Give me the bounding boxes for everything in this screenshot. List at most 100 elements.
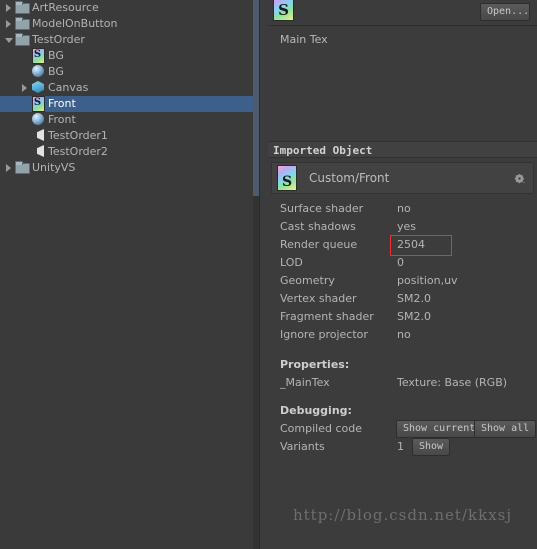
property-value: SM2.0 (397, 310, 431, 323)
material-header-row: Open... (268, 0, 537, 26)
tree-item-testorder2[interactable]: TestOrder2 (0, 144, 259, 160)
tree-twisty-open-icon[interactable] (4, 32, 15, 48)
folder-icon (15, 16, 30, 30)
material-icon (31, 64, 45, 78)
open-shader-button[interactable]: Open... (480, 3, 530, 21)
variants-row: Variants 1 Show (268, 438, 537, 456)
tree-twisty-closed-icon[interactable] (4, 0, 15, 16)
tree-item-label: TestOrder2 (48, 145, 108, 158)
compiled-code-row: Compiled code Show current Show all (268, 420, 537, 438)
tree-item-label: BG (48, 65, 64, 78)
debugging-heading: Debugging: (280, 404, 352, 417)
divider (268, 25, 537, 26)
shader-info-row: Ignore projector no (268, 326, 537, 344)
property-value: SM2.0 (397, 292, 431, 305)
properties-heading-row: Properties: (268, 356, 537, 374)
shader-properties-area: Surface shader no Cast shadows yes Render qu… (268, 200, 537, 456)
show-current-button[interactable]: Show current (396, 420, 483, 438)
tree-item-label: Canvas (48, 81, 89, 94)
material-icon (31, 112, 45, 126)
tree-item-unityvs[interactable]: UnityVS (0, 160, 259, 176)
property-value: 2504 (397, 238, 425, 251)
property-value: position,uv (397, 274, 458, 287)
tree-item-bg[interactable]: BG (0, 64, 259, 80)
tree-item-label: BG (48, 49, 64, 62)
folder-icon (15, 32, 30, 46)
main-tex-label: Main Tex (280, 33, 328, 46)
tree-item-modelonbutton[interactable]: ModelOnButton (0, 16, 259, 32)
tree-item-label: Front (48, 113, 76, 126)
folder-icon (15, 0, 30, 14)
show-all-button[interactable]: Show all (474, 420, 537, 438)
debugging-heading-row: Debugging: (268, 402, 537, 420)
tree-item-testorder1[interactable]: TestOrder1 (0, 128, 259, 144)
tree-item-front[interactable]: Front (0, 112, 259, 128)
shader-header-box: Custom/Front (271, 162, 534, 194)
property-name: Ignore projector (280, 328, 368, 341)
gear-icon[interactable] (513, 172, 526, 185)
hierarchy-scrollbar-track[interactable] (253, 0, 259, 549)
tree-item-label: ModelOnButton (32, 17, 118, 30)
tree-twisty-closed-icon[interactable] (20, 80, 31, 96)
property-name: Geometry (280, 274, 335, 287)
shader-info-row: Cast shadows yes (268, 218, 537, 236)
tree-item-label: ArtResource (32, 1, 99, 14)
project-hierarchy-panel[interactable]: ArtResource ModelOnButton TestOrder BG BG Can… (0, 0, 260, 549)
shader-info-row: LOD 0 (268, 254, 537, 272)
shader-property-row: _MainTex Texture: Base (RGB) (268, 374, 537, 392)
property-value: 0 (397, 256, 404, 269)
shader-icon (31, 96, 45, 112)
shader-info-row: Fragment shader SM2.0 (268, 308, 537, 326)
shader-property-value: Texture: Base (RGB) (397, 376, 508, 389)
shader-info-row: Surface shader no (268, 200, 537, 218)
folder-icon (15, 160, 30, 174)
tree-item-artresource[interactable]: ArtResource (0, 0, 259, 16)
unity-editor-window: ArtResource ModelOnButton TestOrder BG BG Can… (0, 0, 537, 549)
scene-icon (31, 144, 45, 158)
variants-label: Variants (280, 440, 325, 453)
variants-count: 1 (397, 440, 404, 453)
property-value: yes (397, 220, 417, 233)
shader-icon-large (277, 165, 297, 191)
show-variants-button[interactable]: Show (412, 438, 451, 456)
shader-info-row: Render queue 2504 (268, 235, 537, 256)
tree-item-label: TestOrder (32, 33, 85, 46)
property-name: Render queue (280, 238, 358, 251)
tree-item-bg[interactable]: BG (0, 48, 259, 64)
properties-heading: Properties: (280, 358, 350, 371)
tree-item-canvas[interactable]: Canvas (0, 80, 259, 96)
tree-twisty-closed-icon[interactable] (4, 160, 15, 176)
hierarchy-scrollbar-thumb[interactable] (253, 0, 259, 196)
tree-item-label: TestOrder1 (48, 129, 108, 142)
property-name: Vertex shader (280, 292, 357, 305)
compiled-code-label: Compiled code (280, 422, 362, 435)
inspector-panel[interactable]: Open... Main Tex None (Texture2D) Select… (268, 0, 537, 549)
watermark-text: http://blog.csdn.net/kkxsj (292, 506, 512, 524)
tree-item-label: Front (48, 97, 76, 110)
tree-item-front[interactable]: Front (0, 96, 259, 112)
property-name: Cast shadows (280, 220, 356, 233)
property-name: LOD (280, 256, 303, 269)
prefab-icon (31, 80, 45, 94)
asset-tree[interactable]: ArtResource ModelOnButton TestOrder BG BG Can… (0, 0, 259, 176)
tree-item-testorder[interactable]: TestOrder (0, 32, 259, 48)
shader-icon (31, 48, 45, 64)
shader-name-label: Custom/Front (309, 171, 390, 185)
shader-property-name: _MainTex (280, 376, 330, 389)
property-name: Surface shader (280, 202, 364, 215)
shader-icon (273, 0, 294, 21)
imported-object-label: Imported Object (273, 144, 373, 157)
tree-item-label: UnityVS (32, 161, 76, 174)
property-name: Fragment shader (280, 310, 374, 323)
property-value: no (397, 202, 411, 215)
imported-object-header: Imported Object (268, 141, 537, 158)
scene-icon (31, 128, 45, 142)
tree-twisty-closed-icon[interactable] (4, 16, 15, 32)
